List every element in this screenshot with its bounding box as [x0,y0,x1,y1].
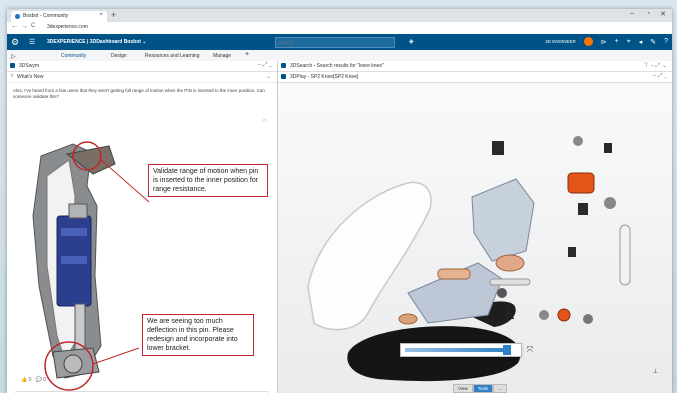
comment-icon[interactable]: 💬 [36,377,42,383]
tools-icon[interactable]: ✎ [650,38,656,46]
new-tab-button[interactable]: + [111,10,116,20]
reactions-bar: 👍 0 💬 0 [21,377,46,383]
swym-panel: 3DSwym – ⤢ ⌄ ‹ What's New ⌄ Alex, I've h… [7,61,278,393]
compass-icon[interactable]: ⚙ [11,37,19,48]
tab-tools[interactable]: Tools [472,384,494,393]
image-menu-icon[interactable]: ▭ [262,118,267,124]
whats-new-title: What's New [17,74,44,80]
connect-icon[interactable]: ⌖ [627,38,631,46]
tab-view[interactable]: View [453,384,473,393]
play-panel-header: 3DPlay - SP2 Knee[SP2 Knee] – ⤢ ⌄ [278,72,672,83]
add-icon[interactable]: + [615,38,619,45]
comment-count: 0 [43,377,46,383]
widget-controls-icon[interactable]: – ⤢ ⌄ [653,73,667,80]
reload-icon[interactable]: C [31,23,35,29]
search-input[interactable] [276,38,394,47]
help-icon[interactable]: ? [664,38,668,45]
user-name[interactable]: 3D ENGINEER [545,39,576,44]
widget-controls-icon[interactable]: – ⤢ ⌄ [258,62,272,69]
tab-design[interactable]: Design [111,53,127,59]
header-icons: 3D ENGINEER ⊳ + ⌖ ◂ ✎ ? [545,37,668,46]
favicon-icon [15,14,20,19]
browser-tab-bar: Bosbot - Community × + – ▫ ✕ [7,9,672,22]
search-results-title: 3DSearch - Search results for "knee knee… [290,63,384,69]
callout-range-of-motion: Validate range of motion when pin is ins… [148,164,268,197]
forward-icon[interactable]: → [21,23,28,30]
post-text: Alex, I've heard from a few users that t… [13,88,265,99]
widget-icon [10,63,15,68]
hamburger-icon[interactable]: ☰ [29,38,35,46]
post-image: ▭ Validate range of motion when pin is i… [13,116,269,393]
tab-resources[interactable]: Resources and Learning [145,53,199,59]
avatar[interactable] [583,37,593,46]
widget-icon [281,74,286,79]
callout-deflection: We are seeing too much deflection in thi… [142,314,254,356]
slider-track[interactable] [405,348,507,352]
maximize-button[interactable]: ▫ [648,10,650,17]
add-tab-button[interactable]: + [245,51,249,58]
chevron-down-icon[interactable]: ⌄ [266,73,271,80]
browser-window: Bosbot - Community × + – ▫ ✕ ← → C 3dexp… [7,9,672,393]
back-arrow-icon[interactable]: ‹ [11,73,13,79]
dashboard-title[interactable]: 3DEXPERIENCE | 3DDashboard Bosbot ⌄ [47,39,147,45]
view-tool-tabs: View Tools ... [453,384,507,393]
like-icon[interactable]: 👍 [21,377,27,383]
send-icon[interactable]: ◂ [639,38,643,46]
url-field[interactable]: 3dexperience.com [47,24,88,30]
browser-tab[interactable]: Bosbot - Community × [11,11,107,22]
3d-viewport[interactable]: ⤧ ⊥ View Tools ... ✥ Ƴ ◐ ▣ ⧉ ✎ ▭ [278,83,672,393]
widget-controls-icon[interactable]: ⊤ – ⤢ ⌄ [644,62,667,70]
swym-title: 3DSwym [19,63,40,69]
swym-panel-header: 3DSwym – ⤢ ⌄ [7,61,277,72]
minimize-button[interactable]: – [630,10,634,17]
tag-icon[interactable]: ◈ [409,38,414,45]
slider-thumb[interactable] [503,345,511,355]
side-panel-icon[interactable]: ▷ [11,53,16,60]
close-window-button[interactable]: ✕ [660,10,666,18]
whats-new-header: ‹ What's New ⌄ [7,72,277,83]
share-icon[interactable]: ⊳ [601,38,607,46]
play-panel: 3DSearch - Search results for "knee knee… [278,61,672,393]
axis-triad-icon: ⊥ [652,369,658,375]
play-title: 3DPlay - SP2 Knee[SP2 Knee] [290,74,359,80]
like-count: 0 [28,377,32,383]
browser-tab-title: Bosbot - Community [23,13,69,19]
search-panel-header: 3DSearch - Search results for "knee knee… [278,61,672,72]
explode-slider[interactable]: ⤧ [400,343,533,357]
search-field[interactable] [275,37,395,48]
close-tab-icon[interactable]: × [99,12,103,18]
widget-icon [281,63,286,68]
explode-icon[interactable]: ⤧ [527,345,533,355]
app-header: ⚙ ☰ 3DEXPERIENCE | 3DDashboard Bosbot ⌄ … [7,34,672,50]
tab-more[interactable]: ... [493,384,507,393]
tab-manage[interactable]: Manage [213,53,231,59]
back-icon[interactable]: ← [11,23,18,30]
